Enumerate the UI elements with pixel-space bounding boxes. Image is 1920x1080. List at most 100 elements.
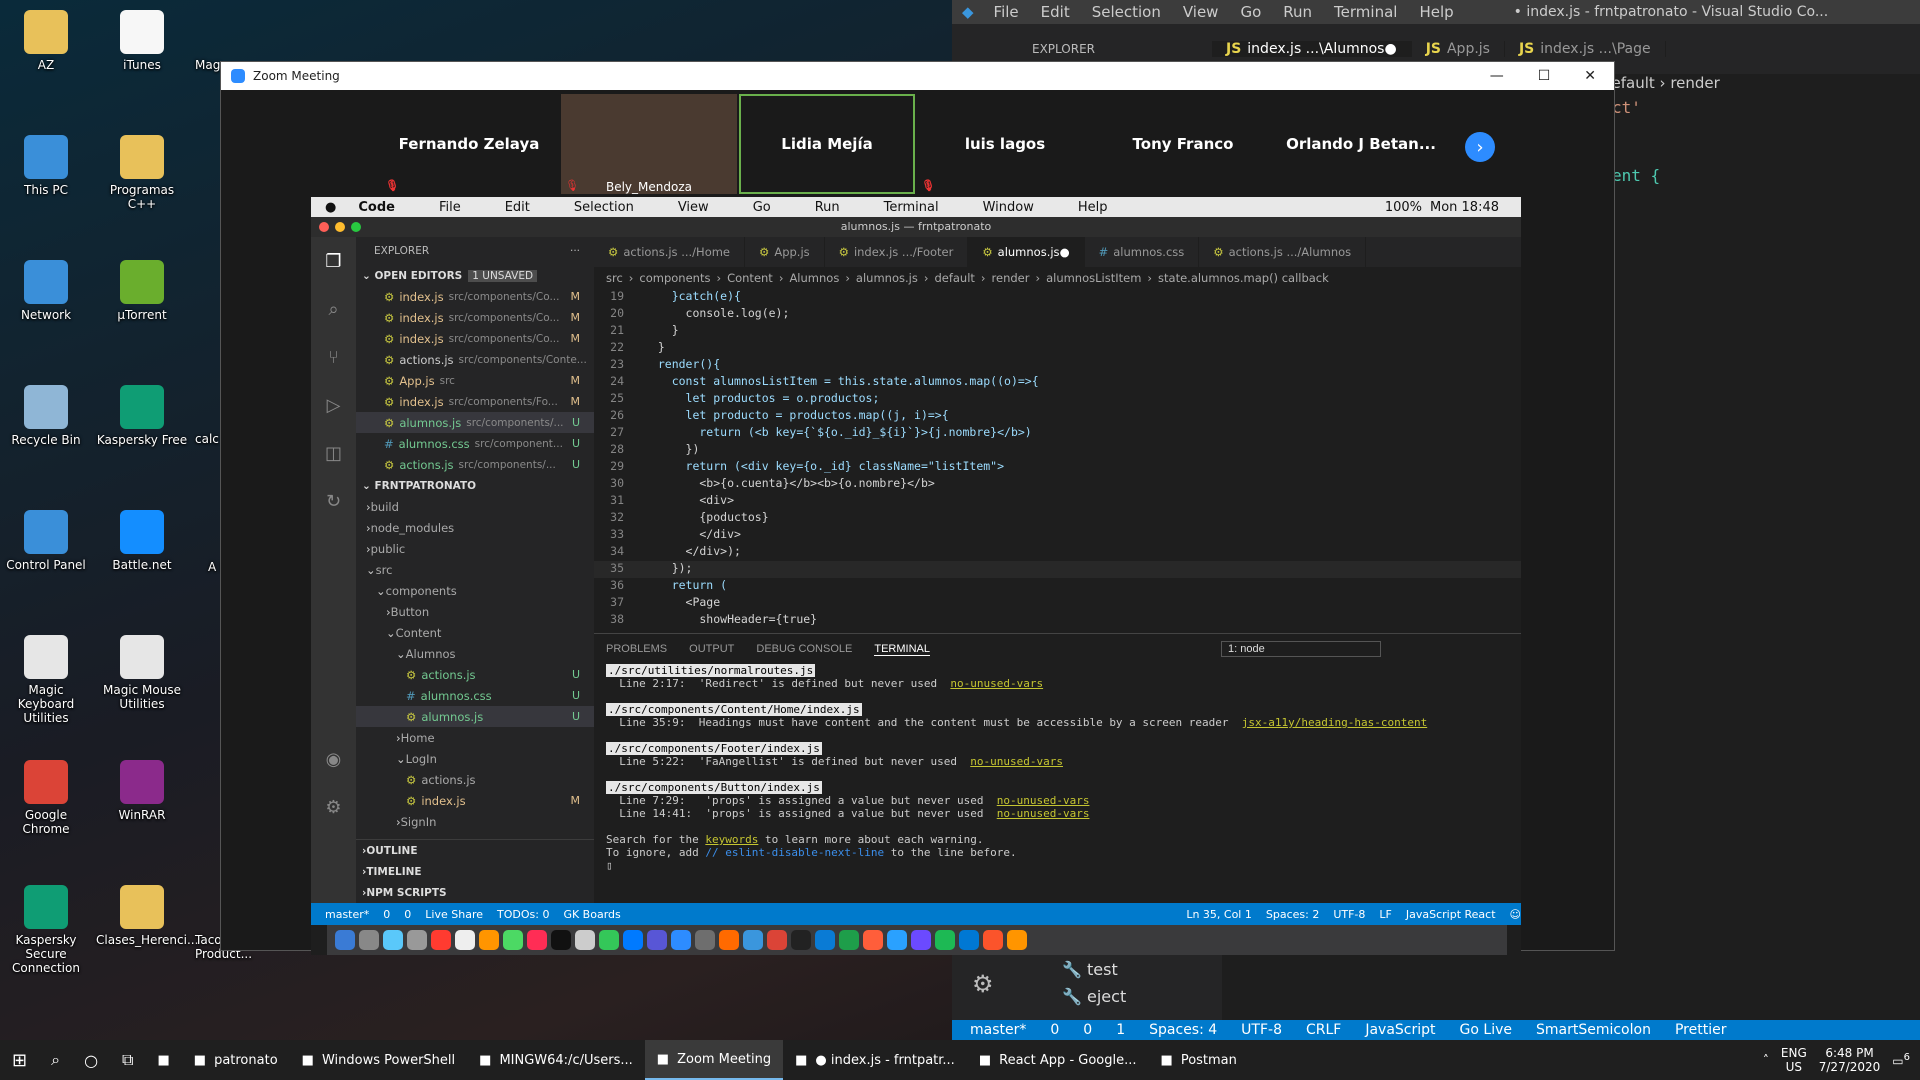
desktop-icon[interactable]: This PC	[0, 135, 92, 197]
extensions-icon[interactable]: ◫	[311, 429, 356, 477]
menu-item[interactable]: Code	[358, 200, 395, 215]
participant-tile[interactable]: Fernando Zelaya 🎙	[381, 94, 557, 194]
dock-app-icon[interactable]	[599, 930, 619, 950]
tree-folder[interactable]: › Button	[356, 601, 594, 622]
desktop-icon[interactable]: Google Chrome	[0, 760, 92, 836]
tree-folder[interactable]: › public	[356, 538, 594, 559]
participant-tile[interactable]: Bely_Mendoza 🎙	[561, 94, 737, 194]
status-item[interactable]: CRLF	[1306, 1022, 1341, 1038]
desktop-icon[interactable]: Control Panel	[0, 510, 92, 572]
menu-item[interactable]: Help	[1078, 200, 1108, 215]
tree-folder[interactable]: › SignIn	[356, 811, 594, 832]
dock-app-icon[interactable]	[887, 930, 907, 950]
open-editor-item[interactable]: ⚙ index.js src/components/Co... M	[356, 307, 594, 328]
dock-app-icon[interactable]	[551, 930, 571, 950]
minimize-button[interactable]: —	[1490, 68, 1504, 84]
dock-app-icon[interactable]	[575, 930, 595, 950]
open-editor-item[interactable]: ⚙ actions.js src/components/Conte...	[356, 349, 594, 370]
section-header[interactable]: › OUTLINE	[356, 840, 594, 861]
desktop-icon[interactable]: iTunes	[96, 10, 188, 72]
desktop-icon[interactable]: Kaspersky Secure Connection	[0, 885, 92, 975]
menu-item[interactable]: Terminal	[884, 200, 939, 215]
dock-app-icon[interactable]	[383, 930, 403, 950]
taskbar-item[interactable]: ■ MINGW64:/c/Users...	[467, 1040, 645, 1080]
dock-app-icon[interactable]	[455, 930, 475, 950]
status-item[interactable]: Prettier	[1675, 1022, 1727, 1038]
dock-app-icon[interactable]	[863, 930, 883, 950]
menu-item[interactable]: View	[1183, 3, 1219, 21]
keywords-link[interactable]: keywords	[705, 833, 758, 846]
project-header[interactable]: FRNTPATRONATO	[374, 480, 476, 492]
tree-folder[interactable]: ⌄ components	[356, 580, 594, 601]
cortana-icon[interactable]: ○	[72, 1040, 110, 1080]
menu-item[interactable]: Go	[1240, 3, 1261, 21]
search-icon[interactable]: ⌕	[39, 1040, 72, 1080]
status-item[interactable]: 0	[1083, 1022, 1092, 1038]
open-editor-item[interactable]: ⚙ index.js src/components/Co... M	[356, 328, 594, 349]
status-item[interactable]: 1	[1116, 1022, 1125, 1038]
dock-app-icon[interactable]	[743, 930, 763, 950]
status-item[interactable]: SmartSemicolon	[1536, 1022, 1651, 1038]
dock-app-icon[interactable]	[647, 930, 667, 950]
desktop-icon[interactable]: Network	[0, 260, 92, 322]
breadcrumb-item[interactable]: src	[606, 271, 623, 285]
notification-icon[interactable]: ▭6	[1892, 1052, 1910, 1068]
section-header[interactable]: › NPM SCRIPTS	[356, 882, 594, 903]
dock-app-icon[interactable]	[695, 930, 715, 950]
dock-app-icon[interactable]	[527, 930, 547, 950]
status-item[interactable]: master*	[325, 908, 369, 921]
editor-tab[interactable]: # alumnos.css	[1085, 237, 1200, 267]
lint-rule-link[interactable]: no-unused-vars	[950, 677, 1043, 690]
breadcrumb-item[interactable]: alumnos.js	[856, 271, 918, 285]
status-item[interactable]: UTF-8	[1333, 908, 1365, 921]
menu-item[interactable]: Selection	[1092, 3, 1161, 21]
tree-file[interactable]: ⚙ actions.js U	[356, 664, 594, 685]
menu-item[interactable]: Terminal	[1334, 3, 1397, 21]
menu-item[interactable]: Selection	[574, 200, 634, 215]
dock-app-icon[interactable]	[671, 930, 691, 950]
taskbar-item[interactable]: ■ Zoom Meeting	[644, 1040, 784, 1080]
open-editor-item[interactable]: ⚙ App.js src M	[356, 370, 594, 391]
account-icon[interactable]: ◉	[311, 735, 356, 783]
status-item[interactable]: 0	[404, 908, 411, 921]
dock-app-icon[interactable]	[839, 930, 859, 950]
tree-folder[interactable]: ⌄ Content	[356, 622, 594, 643]
desktop-icon[interactable]: Magic Mouse Utilities	[96, 635, 188, 711]
taskbar-item[interactable]: ■	[145, 1040, 181, 1080]
tree-folder[interactable]: ⌄ Alumnos	[356, 643, 594, 664]
tab[interactable]: JS index.js ...\Page	[1505, 41, 1666, 57]
tab-output[interactable]: OUTPUT	[689, 643, 734, 655]
tree-folder[interactable]: ⌄ LogIn	[356, 748, 594, 769]
start-button[interactable]: ⊞	[0, 1040, 39, 1080]
breadcrumb-item[interactable]: state.alumnos.map() callback	[1158, 271, 1329, 285]
tab-problems[interactable]: PROBLEMS	[606, 643, 667, 655]
dock-app-icon[interactable]	[407, 930, 427, 950]
editor-tab[interactable]: ⚙ index.js .../Footer	[825, 237, 969, 267]
dock-app-icon[interactable]	[767, 930, 787, 950]
tree-file[interactable]: ⚙ alumnos.js U	[356, 706, 594, 727]
tree-file[interactable]: # alumnos.css U	[356, 685, 594, 706]
open-editor-item[interactable]: ⚙ index.js src/components/Co... M	[356, 286, 594, 307]
editor-tab[interactable]: ⚙ alumnos.js ●	[968, 237, 1085, 267]
desktop-icon[interactable]: Kaspersky Free	[96, 385, 188, 447]
taskbar-item[interactable]: ■ React App - Google...	[967, 1040, 1149, 1080]
breadcrumb-item[interactable]: Content	[727, 271, 773, 285]
settings-gear-icon[interactable]: ⚙	[972, 970, 994, 998]
tab-debug-console[interactable]: DEBUG CONSOLE	[756, 643, 852, 655]
lang[interactable]: ENG	[1781, 1046, 1807, 1060]
breadcrumb-item[interactable]: alumnosListItem	[1046, 271, 1141, 285]
tree-folder[interactable]: › node_modules	[356, 517, 594, 538]
dock-app-icon[interactable]	[911, 930, 931, 950]
lint-rule-link[interactable]: jsx-a11y/heading-has-content	[1242, 716, 1427, 729]
menu-item[interactable]: Window	[983, 200, 1034, 215]
task-view-icon[interactable]: ⧉	[110, 1040, 145, 1080]
menu-item[interactable]: Run	[1283, 3, 1312, 21]
open-editors-header[interactable]: OPEN EDITORS	[374, 270, 462, 282]
dock-app-icon[interactable]	[791, 930, 811, 950]
status-item[interactable]: LF	[1379, 908, 1391, 921]
dock-app-icon[interactable]	[935, 930, 955, 950]
desktop-icon[interactable]: AZ	[0, 10, 92, 72]
status-item[interactable]: JavaScript React	[1406, 908, 1496, 921]
dock-app-icon[interactable]	[359, 930, 379, 950]
desktop-icon[interactable]: WinRAR	[96, 760, 188, 822]
